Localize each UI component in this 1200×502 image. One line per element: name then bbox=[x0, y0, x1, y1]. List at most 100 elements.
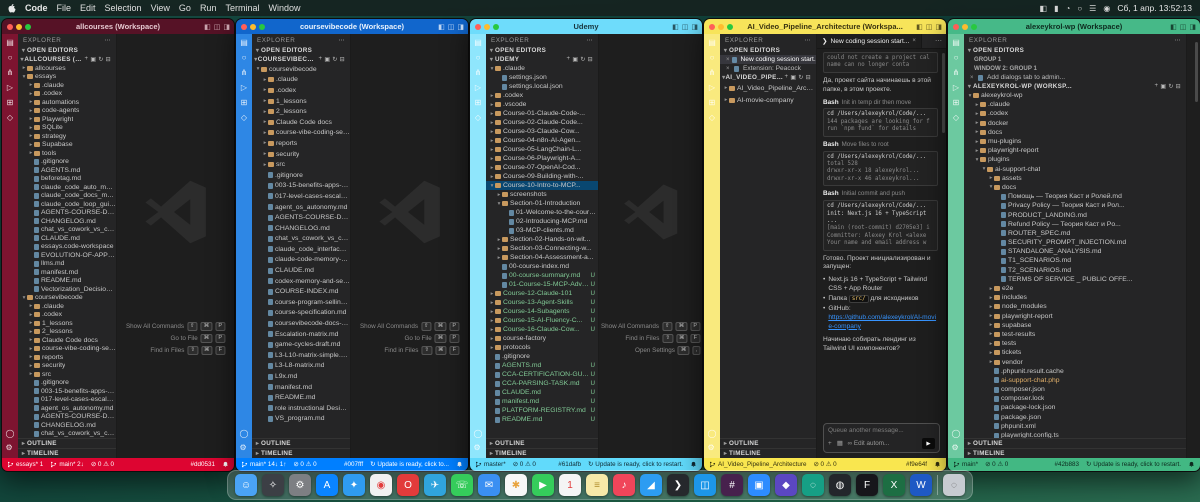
minimize-button[interactable] bbox=[962, 23, 968, 30]
source-control-icon[interactable]: ⋔ bbox=[953, 69, 960, 77]
layout-panel-icon[interactable]: ◫ bbox=[214, 23, 221, 31]
close-button[interactable] bbox=[7, 23, 13, 30]
new-file-icon[interactable]: + bbox=[1155, 83, 1159, 90]
tree-item[interactable]: codex-memory-and-settings... bbox=[252, 276, 350, 287]
minimize-button[interactable] bbox=[484, 23, 490, 30]
more-actions-icon[interactable]: ⋯ bbox=[104, 37, 111, 44]
status-item[interactable] bbox=[1188, 461, 1195, 468]
remote-icon[interactable]: ◇ bbox=[953, 114, 959, 122]
sidebar-section-outline[interactable]: ▸ OUTLINE bbox=[720, 438, 816, 448]
status-item[interactable]: ⊘ 0 ⚠ 0 bbox=[985, 461, 1008, 468]
layout-sidebar-icon[interactable]: ◧ bbox=[672, 23, 679, 31]
tab-actions-icon[interactable]: ⋯ bbox=[935, 37, 946, 45]
tree-item[interactable]: Refund Policy — Теория Каст и Po... bbox=[964, 220, 1186, 229]
tree-item[interactable]: ROUTER_SPEC.md bbox=[964, 229, 1186, 238]
tree-item[interactable]: ▸ .codex bbox=[486, 91, 598, 100]
sidebar-section-timeline[interactable]: ▸ TIMELINE bbox=[252, 448, 350, 458]
zoom-button[interactable] bbox=[25, 23, 31, 30]
layout-secondary-sidebar-icon[interactable]: ◨ bbox=[1189, 23, 1196, 31]
sidebar-section-outline[interactable]: ▸ OUTLINE bbox=[486, 438, 598, 448]
tree-item[interactable]: role instructional Designer.md bbox=[252, 403, 350, 414]
close-button[interactable] bbox=[709, 23, 715, 30]
tree-item[interactable]: ▸ src bbox=[18, 370, 116, 379]
tree-item[interactable]: ▸ Course-14-Subagents U bbox=[486, 307, 598, 316]
account-icon[interactable]: ◯ bbox=[240, 430, 249, 438]
layout-secondary-sidebar-icon[interactable]: ◨ bbox=[223, 23, 230, 31]
menubar-item-file[interactable]: File bbox=[57, 3, 72, 13]
tree-item[interactable]: ▸ strategy bbox=[18, 132, 116, 141]
new-file-icon[interactable]: + bbox=[319, 56, 323, 63]
dock-icon-chatgpt[interactable]: ◌ bbox=[802, 474, 824, 496]
tree-item[interactable]: ▾ docs bbox=[964, 183, 1186, 192]
remote-icon[interactable]: ◇ bbox=[475, 114, 481, 122]
tree-item[interactable]: Помощь — Теория Каст и Ролей.md bbox=[964, 192, 1186, 201]
more-actions-icon[interactable]: ⋯ bbox=[338, 37, 345, 44]
tree-item[interactable]: ▸ Course-02-Claude-Code... bbox=[486, 118, 598, 127]
extensions-icon[interactable]: ⊞ bbox=[709, 99, 716, 107]
dock-icon-obsidian[interactable]: ◆ bbox=[775, 474, 797, 496]
workspace-section-header[interactable]: ▾COURSEVIBECODE (WORKSPACE)+▣↻⊟ bbox=[252, 55, 350, 64]
settings-gear-icon[interactable]: ⚙ bbox=[6, 444, 15, 452]
tree-item[interactable]: CCA-PARSING-TASK.md U bbox=[486, 379, 598, 388]
refresh-explorer-icon[interactable]: ↻ bbox=[1168, 83, 1173, 90]
tree-item[interactable]: ▸ Course-07-OpenAI-Cod... bbox=[486, 163, 598, 172]
tree-item[interactable]: ▾ plugins bbox=[964, 155, 1186, 164]
new-file-icon[interactable]: + bbox=[85, 56, 89, 63]
tree-item[interactable]: README.md bbox=[18, 277, 116, 286]
dock-icon-mail[interactable]: ✉ bbox=[478, 474, 500, 496]
account-icon[interactable]: ◯ bbox=[6, 430, 15, 438]
tree-item[interactable]: ▸ security bbox=[18, 362, 116, 371]
tree-item[interactable]: ▸ Course-09-Building-with-... bbox=[486, 172, 598, 181]
dock-icon-zoom[interactable]: ▣ bbox=[748, 474, 770, 496]
extensions-icon[interactable]: ⊞ bbox=[241, 99, 248, 107]
dock-icon-photos[interactable]: ✱ bbox=[505, 474, 527, 496]
tree-item[interactable]: EVOLUTION-OF-APPROACH... bbox=[18, 251, 116, 260]
tree-item[interactable]: ▸ .claude bbox=[18, 302, 116, 311]
tree-item[interactable]: L3-L8-matrix.md bbox=[252, 361, 350, 372]
status-item[interactable]: main* bbox=[953, 461, 978, 468]
tree-item[interactable]: ▸ Course-13-Agent-Skills U bbox=[486, 298, 598, 307]
new-folder-icon[interactable]: ▣ bbox=[790, 74, 796, 81]
tree-item[interactable]: ▾ Section-01-Introduction bbox=[486, 199, 598, 208]
scrollbar[interactable] bbox=[1195, 42, 1198, 102]
wifi-icon[interactable]: ◔ bbox=[1065, 4, 1070, 13]
menubar-item-window[interactable]: Window bbox=[268, 3, 300, 13]
tree-item[interactable]: ▸ Course-03-Claude-Cow... bbox=[486, 127, 598, 136]
status-item[interactable]: ⊘ 0 ⚠ 0 bbox=[91, 461, 114, 468]
tree-item[interactable]: AGENTS.md U bbox=[486, 361, 598, 370]
tree-item[interactable]: ▸ Playwright bbox=[18, 115, 116, 124]
tree-item[interactable]: PLATFORM-REGISTRY.md U bbox=[486, 406, 598, 415]
tree-item[interactable]: AGENTS.md bbox=[18, 166, 116, 175]
tree-item[interactable]: ai-support-chat.php bbox=[964, 376, 1186, 385]
tree-item[interactable]: ▾ alexeykrol-wp bbox=[964, 91, 1186, 100]
explorer-icon[interactable]: ▤ bbox=[240, 39, 248, 47]
sidebar-section-timeline[interactable]: ▸ TIMELINE bbox=[18, 448, 116, 458]
control-center-icon[interactable]: ☰ bbox=[1089, 4, 1096, 13]
scrollbar[interactable] bbox=[942, 53, 945, 133]
new-folder-icon[interactable]: ▣ bbox=[90, 56, 96, 63]
tree-item[interactable]: STANDALONE_ANALYSIS.md bbox=[964, 247, 1186, 256]
tree-item[interactable]: ▸ SQLite bbox=[18, 124, 116, 133]
tree-item[interactable]: manifest.md U bbox=[486, 397, 598, 406]
search-icon[interactable]: ○ bbox=[8, 54, 13, 62]
spotlight-search-icon[interactable]: ○ bbox=[1077, 4, 1082, 13]
tree-item[interactable]: ▸ reports bbox=[252, 138, 350, 149]
new-folder-icon[interactable]: ▣ bbox=[572, 56, 578, 63]
tree-item[interactable]: 01-Course-15-MCP-Adva... U bbox=[486, 280, 598, 289]
account-icon[interactable]: ◯ bbox=[952, 430, 961, 438]
tree-item[interactable]: .gitignore bbox=[18, 158, 116, 167]
sidebar-section-outline[interactable]: ▸ OUTLINE bbox=[964, 438, 1186, 448]
tree-item[interactable]: ▸ automations bbox=[18, 98, 116, 107]
tree-item[interactable]: claude_code_auto_mode_gu... bbox=[18, 183, 116, 192]
tree-item[interactable]: game-cycles-draft.md bbox=[252, 339, 350, 350]
tree-item[interactable]: chat_vs_cowork_vs_code.md bbox=[18, 226, 116, 235]
new-file-icon[interactable]: + bbox=[567, 56, 571, 63]
dock-icon-whatsapp[interactable]: ☏ bbox=[451, 474, 473, 496]
remote-icon[interactable]: ◇ bbox=[241, 114, 247, 122]
account-icon[interactable]: ◯ bbox=[708, 430, 717, 438]
tree-item[interactable]: ▸course-vibe-coding-sections bbox=[252, 128, 350, 139]
layout-sidebar-icon[interactable]: ◧ bbox=[204, 23, 211, 31]
tree-item[interactable]: settings.local.json bbox=[486, 82, 598, 91]
tree-item[interactable]: ▸ 1_lessons bbox=[252, 96, 350, 107]
tree-item[interactable]: ▸ Claude Code docs bbox=[18, 336, 116, 345]
